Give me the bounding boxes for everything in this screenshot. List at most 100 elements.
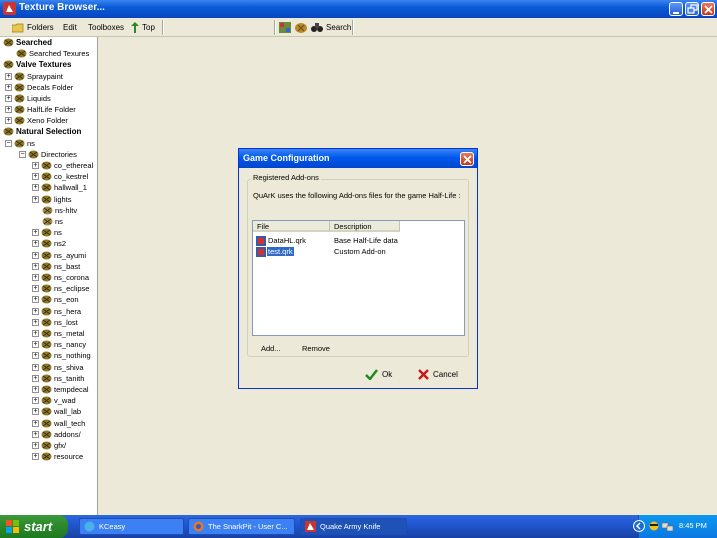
- expand-plus-icon[interactable]: +: [32, 419, 39, 427]
- tree-node-spraypaint[interactable]: + Spraypaint: [5, 71, 63, 82]
- expand-plus-icon[interactable]: +: [32, 274, 39, 281]
- tree-node-valve-textures[interactable]: Valve Textures: [3, 59, 71, 70]
- expand-plus-icon[interactable]: +: [32, 363, 39, 371]
- tree-node-directory[interactable]: + lights: [32, 194, 72, 205]
- start-button[interactable]: start: [0, 515, 68, 538]
- tree-node-natural-selection[interactable]: Natural Selection: [3, 126, 81, 137]
- expand-plus-icon[interactable]: +: [32, 307, 39, 315]
- column-header-file[interactable]: File: [253, 221, 330, 232]
- window-titlebar[interactable]: Texture Browser...: [0, 0, 717, 18]
- expand-plus-icon[interactable]: +: [32, 251, 39, 259]
- expand-plus-icon[interactable]: +: [5, 84, 12, 91]
- expand-plus-icon[interactable]: +: [32, 352, 39, 360]
- expand-plus-icon[interactable]: +: [5, 117, 12, 124]
- expand-plus-icon[interactable]: +: [32, 162, 39, 169]
- taskbar-item-firefox[interactable]: The SnarkPit - User C...: [188, 518, 295, 535]
- expand-plus-icon[interactable]: +: [32, 173, 39, 181]
- expand-plus-icon[interactable]: +: [5, 73, 12, 80]
- tree-node-directory[interactable]: + ns_bast: [32, 261, 80, 272]
- tree-node-directory[interactable]: + ns_nancy: [32, 339, 86, 350]
- tree-node-directory[interactable]: + ns_eclipse: [32, 283, 89, 294]
- edit-menu[interactable]: Edit: [63, 20, 77, 35]
- taskbar-item-kceasy[interactable]: KCeasy: [79, 518, 184, 535]
- expand-plus-icon[interactable]: +: [32, 229, 39, 237]
- top-button[interactable]: Top: [131, 20, 155, 35]
- tree-node-directory[interactable]: + ns2: [32, 238, 66, 249]
- tree-node-directory[interactable]: ns: [42, 216, 63, 227]
- tree-node-directory[interactable]: + ns_shiva: [32, 362, 84, 373]
- tree-node-directory[interactable]: + v_wad: [32, 395, 76, 406]
- cancel-button[interactable]: Cancel: [418, 369, 458, 380]
- tree-node-directory[interactable]: + ns_nothing: [32, 350, 91, 361]
- texture-folder-button[interactable]: [295, 20, 310, 35]
- expand-plus-icon[interactable]: +: [32, 397, 39, 405]
- expand-plus-icon[interactable]: +: [5, 95, 12, 102]
- column-header-description[interactable]: Description: [330, 221, 400, 232]
- tree-node-halflife[interactable]: + HalfLife Folder: [5, 104, 76, 115]
- tree-node-directory[interactable]: + wall_tech: [32, 418, 85, 429]
- tree-node-directory[interactable]: + ns_eon: [32, 294, 79, 305]
- expand-plus-icon[interactable]: +: [32, 184, 39, 192]
- remove-button[interactable]: Remove: [302, 344, 330, 353]
- tree-node-directory[interactable]: + addons/: [32, 429, 81, 440]
- minimize-button[interactable]: [669, 2, 683, 16]
- tree-node-directory[interactable]: ns-hltv: [42, 205, 77, 216]
- addons-list[interactable]: File Description DataHL.qrk Base Half-Li…: [252, 220, 465, 336]
- tree-node-directory[interactable]: + resource: [32, 451, 83, 462]
- list-item-selected[interactable]: test.qrk Custom Add-on: [253, 246, 464, 257]
- expand-plus-icon[interactable]: +: [32, 285, 39, 293]
- expand-plus-icon[interactable]: +: [32, 374, 39, 382]
- ok-button[interactable]: Ok: [365, 369, 392, 380]
- tree-node-directory[interactable]: + ns_ayumi: [32, 250, 86, 261]
- tree-node-directory[interactable]: + tempdecal: [32, 384, 89, 395]
- tree-node-directory[interactable]: + ns_lost: [32, 317, 78, 328]
- collapse-minus-icon[interactable]: −: [5, 140, 12, 147]
- tree-node-directory[interactable]: + ns_tanith: [32, 373, 84, 384]
- texture-tree[interactable]: Searched Searched Texures Valve Textures…: [0, 37, 98, 515]
- expand-plus-icon[interactable]: +: [32, 442, 39, 449]
- tree-node-searched-textures[interactable]: Searched Texures: [16, 48, 89, 59]
- tray-expand-icon[interactable]: [633, 520, 645, 532]
- texture-button[interactable]: [279, 20, 294, 35]
- expand-plus-icon[interactable]: +: [32, 240, 39, 248]
- taskbar-item-quark[interactable]: Quake Army Knife: [300, 518, 407, 535]
- close-button[interactable]: [701, 2, 715, 16]
- expand-plus-icon[interactable]: +: [32, 318, 39, 326]
- network-icon[interactable]: [662, 521, 674, 532]
- tree-node-directory[interactable]: + wall_lab: [32, 406, 81, 417]
- expand-plus-icon[interactable]: +: [32, 262, 39, 270]
- tree-node-directory[interactable]: + hallwall_1: [32, 182, 87, 193]
- collapse-minus-icon[interactable]: −: [19, 151, 26, 158]
- tree-node-liquids[interactable]: + Liquids: [5, 93, 51, 104]
- tree-node-directory[interactable]: + ns_hera: [32, 306, 81, 317]
- expand-plus-icon[interactable]: +: [32, 330, 39, 337]
- expand-plus-icon[interactable]: +: [32, 408, 39, 416]
- tree-node-directory[interactable]: + gfx/: [32, 440, 66, 451]
- tree-node-directory[interactable]: + ns_metal: [32, 328, 84, 339]
- tree-node-ns[interactable]: − ns: [5, 138, 35, 149]
- expand-plus-icon[interactable]: +: [32, 430, 39, 438]
- search-button[interactable]: Search: [311, 20, 351, 35]
- dialog-close-button[interactable]: [460, 152, 474, 166]
- tree-node-searched[interactable]: Searched: [3, 37, 52, 48]
- tree-node-decals[interactable]: + Decals Folder: [5, 82, 73, 93]
- tree-node-directory[interactable]: + co_kestrel: [32, 171, 88, 182]
- tree-node-directories[interactable]: − Directories: [19, 149, 77, 160]
- tree-node-directory[interactable]: + ns_corona: [32, 272, 89, 283]
- folders-menu[interactable]: Folders: [12, 20, 54, 35]
- list-item[interactable]: DataHL.qrk Base Half-Life data: [253, 235, 464, 246]
- expand-plus-icon[interactable]: +: [32, 195, 39, 203]
- texture-grid-icon: [279, 22, 291, 33]
- expand-plus-icon[interactable]: +: [5, 106, 12, 113]
- tree-node-directory[interactable]: + ns: [32, 227, 62, 238]
- add-button[interactable]: Add...: [261, 344, 281, 353]
- expand-plus-icon[interactable]: +: [32, 453, 39, 461]
- expand-plus-icon[interactable]: +: [32, 341, 39, 349]
- tree-node-directory[interactable]: + co_ethereal: [32, 160, 93, 171]
- maximize-button[interactable]: [685, 2, 699, 16]
- expand-plus-icon[interactable]: +: [32, 386, 39, 393]
- toolboxes-menu[interactable]: Toolboxes: [88, 20, 124, 35]
- tree-node-xeno[interactable]: + Xeno Folder: [5, 115, 68, 126]
- messenger-icon[interactable]: [648, 521, 660, 532]
- expand-plus-icon[interactable]: +: [32, 296, 39, 304]
